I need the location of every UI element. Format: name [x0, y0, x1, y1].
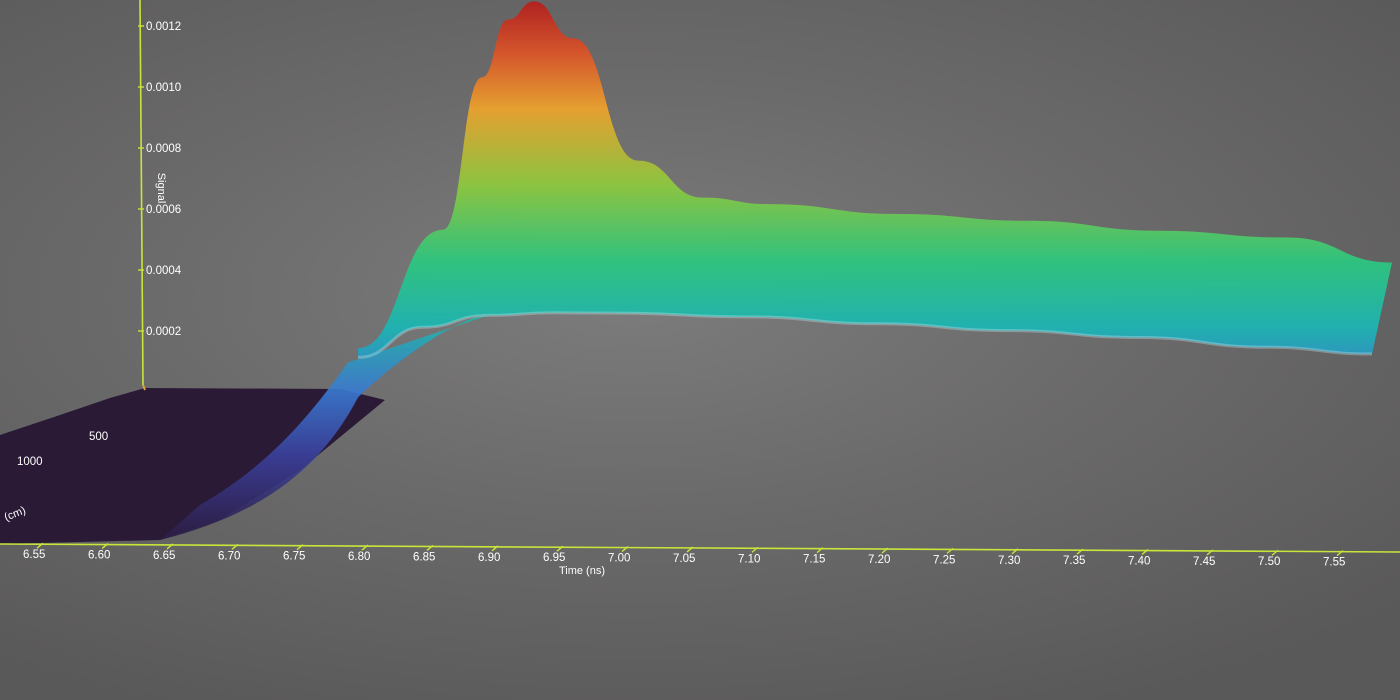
x-tick-label: 6.75 — [283, 551, 305, 563]
x-tick-label: 6.65 — [153, 550, 175, 562]
x-tick-label: 6.80 — [348, 551, 370, 563]
surface-band — [358, 1, 1392, 358]
x-tick-label: 7.35 — [1063, 555, 1085, 567]
x-tick-label: 7.50 — [1258, 556, 1280, 568]
y-tick-label: 0.0002 — [146, 326, 181, 338]
x-tick-label: 6.90 — [478, 552, 500, 564]
x-axis-title: Time (ns) — [559, 565, 605, 577]
surface-chart: 0.0002 0.0004 0.0006 0.0008 0.0010 0.0012 6.5… — [0, 0, 1400, 577]
x-tick-label: 7.00 — [608, 553, 630, 565]
y-tick-label: 0.0004 — [146, 265, 182, 277]
x-tick-label: 6.85 — [413, 551, 435, 563]
y-tick-label: 0.0008 — [146, 143, 181, 155]
x-tick-label: 6.60 — [88, 550, 110, 562]
x-tick-label: 7.55 — [1323, 557, 1345, 569]
y-tick-label: 0.0010 — [146, 82, 181, 94]
x-tick-label: 7.15 — [803, 554, 825, 566]
z-tick-label-500: 500 — [89, 431, 108, 443]
x-tick-label: 6.70 — [218, 550, 240, 562]
y-axis-title: Signal — [155, 173, 167, 204]
x-axis-ticks: 6.55 6.60 6.65 6.70 6.75 6.80 6.85 6.90 6.95 7.00… — [23, 542, 1345, 569]
x-tick-label: 7.05 — [673, 553, 695, 565]
y-tick-label: 0.0006 — [146, 204, 181, 216]
x-tick-label: 7.45 — [1193, 556, 1215, 568]
x-tick-label: 7.20 — [868, 554, 890, 566]
y-tick-label: 0.0012 — [146, 21, 181, 33]
z-tick-label-1000: 1000 — [17, 456, 43, 468]
x-tick-label: 7.25 — [933, 554, 955, 566]
x-tick-label: 6.55 — [23, 549, 45, 561]
x-axis — [0, 543, 1400, 553]
x-tick-label: 6.95 — [543, 552, 565, 564]
x-tick-label: 7.10 — [738, 553, 760, 565]
x-tick-label: 7.40 — [1128, 556, 1150, 568]
y-axis — [139, 0, 144, 386]
x-tick-label: 7.30 — [998, 555, 1020, 567]
